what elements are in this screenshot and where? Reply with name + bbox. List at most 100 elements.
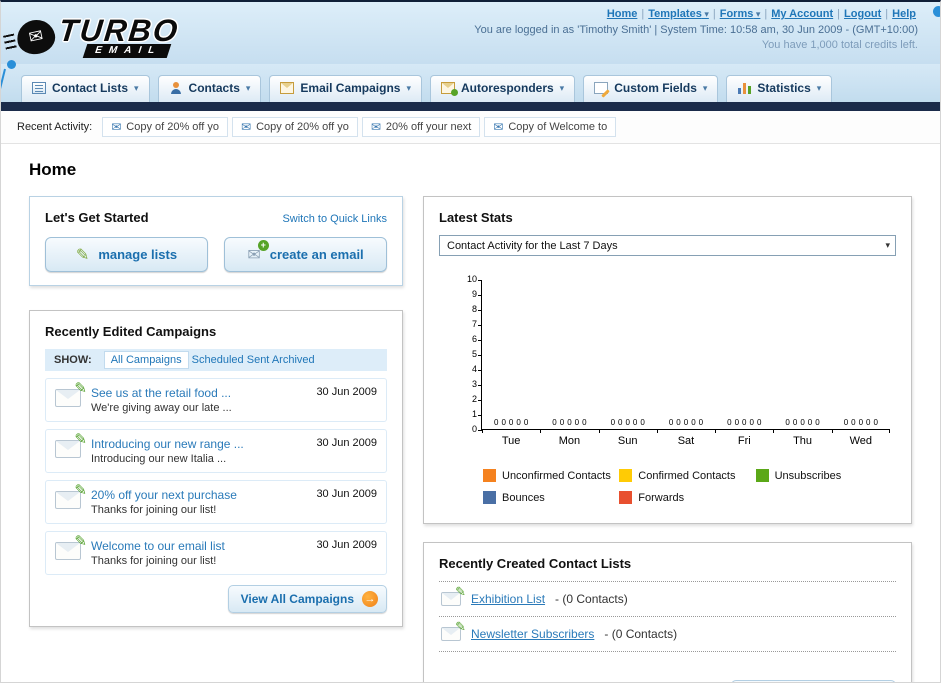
right-column: Latest Stats Contact Activity for the La… — [423, 196, 912, 682]
recent-activity-item[interactable]: ✉ Copy of 20% off yo — [102, 117, 229, 137]
legend-label: Forwards — [638, 491, 685, 504]
campaign-row[interactable]: ✎ Introducing our new range ... Introducin… — [45, 429, 387, 473]
main-nav: Contact Lists ▾ Contacts ▾ Email Campaigns ▾ A… — [1, 64, 940, 102]
pencil-icon: ✎ — [455, 619, 466, 634]
top-link-my-account[interactable]: My Account — [771, 8, 833, 20]
campaigns-filter-strip: SHOW: All Campaigns Scheduled Sent Archi… — [45, 349, 387, 371]
campaign-title-link[interactable]: See us at the retail food ... — [91, 386, 306, 400]
y-axis-tick-label: 4 — [471, 364, 477, 374]
bar-value-label: 0 — [756, 418, 762, 427]
contact-list-row[interactable]: ✎ Exhibition List - (0 Contacts) — [439, 582, 896, 617]
top-link-templates[interactable]: Templates ▾ — [648, 8, 709, 20]
get-started-title: Let's Get Started — [45, 210, 149, 225]
recent-activity-bar: Recent Activity: ✉ Copy of 20% off yo ✉ Cop… — [1, 111, 940, 144]
manage-lists-button[interactable]: ✎ manage lists — [45, 237, 208, 272]
bar-value-label: 0 — [851, 418, 856, 427]
bar-value-label: 0 — [567, 418, 572, 427]
campaign-title-link[interactable]: Introducing our new range ... — [91, 437, 306, 451]
logo-subtitle: EMAIL — [82, 44, 172, 58]
contact-lists-icon — [32, 82, 46, 94]
campaign-title-link[interactable]: Welcome to our email list — [91, 539, 306, 553]
bar-value-label: 0 — [691, 418, 696, 427]
switch-quick-links-link[interactable]: Switch to Quick Links — [282, 213, 387, 225]
recent-activity-item[interactable]: ✉ Copy of 20% off yo — [232, 117, 358, 137]
legend-item: Forwards — [619, 491, 755, 504]
top-link-forms[interactable]: Forms ▾ — [720, 8, 761, 20]
chevron-down-icon: ▾ — [816, 82, 822, 93]
bar-group: 00000 — [482, 419, 540, 429]
x-axis-tick-label: Sat — [656, 430, 715, 447]
legend-label: Unconfirmed Contacts — [502, 469, 611, 482]
campaigns-filter-archived[interactable]: Archived — [272, 354, 315, 366]
campaigns-filter-all-campaigns[interactable]: All Campaigns — [103, 351, 189, 369]
contact-list-count: - (0 Contacts) — [555, 592, 628, 606]
nav-tab-statistics[interactable]: Statistics ▾ — [726, 75, 833, 102]
pencil-icon: ✎ — [74, 431, 87, 448]
envelope-pencil-icon: ✎ — [441, 619, 466, 641]
nav-tab-autoresponders[interactable]: Autoresponders ▾ — [429, 75, 576, 102]
page-title: Home — [29, 160, 77, 179]
campaign-row[interactable]: ✎ Welcome to our email list Thanks for joi… — [45, 531, 387, 575]
bar-value-label: 0 — [559, 418, 565, 427]
bar-value-label: 0 — [501, 418, 506, 427]
header: ✉ TURBO EMAIL Home | Templates ▾ | Forms ▾ | M… — [1, 2, 940, 64]
envelope-plus-icon: ✉ + — [247, 239, 269, 265]
x-axis-tick-label: Thu — [773, 430, 831, 447]
separator: | — [641, 8, 645, 20]
contact-list-link[interactable]: Newsletter Subscribers — [471, 627, 594, 641]
bar-group: 00000 — [540, 419, 598, 429]
latest-stats-title: Latest Stats — [439, 210, 513, 225]
y-axis-tick-label: 8 — [471, 304, 477, 314]
stats-period-dropdown[interactable]: Contact Activity for the Last 7 Days ▾ — [439, 235, 896, 256]
campaign-title-link[interactable]: 20% off your next purchase — [91, 488, 306, 502]
campaign-row[interactable]: ✎ 20% off your next purchase Thanks for jo… — [45, 480, 387, 524]
view-all-campaigns-label: View All Campaigns — [240, 592, 354, 606]
campaign-date: 30 Jun 2009 — [316, 386, 377, 398]
bar-value-label: 0 — [610, 418, 616, 427]
nav-tab-contacts[interactable]: Contacts ▾ — [157, 75, 262, 102]
campaign-row[interactable]: ✎ See us at the retail food ... We're givi… — [45, 378, 387, 422]
turbo-email-logo[interactable]: ✉ TURBO EMAIL — [13, 6, 181, 64]
legend-item: Bounces — [483, 491, 619, 504]
create-email-label: create an email — [269, 247, 364, 262]
bar-value-label: 0 — [815, 418, 820, 427]
top-link-home[interactable]: Home — [607, 8, 638, 20]
campaign-date: 30 Jun 2009 — [316, 488, 377, 500]
separator: | — [885, 8, 889, 20]
top-link-help[interactable]: Help — [892, 8, 916, 20]
get-started-panel: Let's Get Started Switch to Quick Links … — [29, 196, 403, 286]
recent-activity-item-label: Copy of 20% off yo — [256, 121, 349, 133]
envelope-pencil-icon: ✎ — [441, 584, 466, 606]
pencil-icon: ✎ — [75, 246, 90, 264]
recent-activity-item[interactable]: ✉ Copy of Welcome to — [484, 117, 617, 137]
bar-value-label: 0 — [494, 418, 499, 427]
envelope-pencil-icon: ✎ — [55, 482, 87, 509]
campaign-date: 30 Jun 2009 — [316, 539, 377, 551]
stats-period-value: Contact Activity for the Last 7 Days — [447, 239, 618, 252]
manage-lists-label: manage lists — [98, 247, 178, 262]
campaigns-filter-scheduled[interactable]: Scheduled — [192, 354, 244, 366]
campaigns-title: Recently Edited Campaigns — [45, 324, 217, 339]
y-axis-tick-label: 1 — [471, 409, 477, 419]
nav-tab-contact-lists[interactable]: Contact Lists ▾ — [21, 75, 150, 102]
contact-list-row[interactable]: ✎ Newsletter Subscribers - (0 Contacts) — [439, 617, 896, 652]
decorative-dot-icon — [933, 6, 940, 17]
campaigns-filter-sent[interactable]: Sent — [247, 354, 270, 366]
recent-activity-item[interactable]: ✉ 20% off your next — [361, 117, 481, 137]
bar-value-label: 0 — [640, 418, 645, 427]
campaign-text: See us at the retail food ... We're givin… — [91, 386, 306, 414]
contact-list-link[interactable]: Exhibition List — [471, 592, 545, 606]
nav-tab-label: Custom Fields — [614, 81, 697, 95]
y-axis-tick-label: 6 — [471, 334, 477, 344]
create-email-button[interactable]: ✉ + create an email — [224, 237, 387, 272]
view-all-campaigns-button[interactable]: View All Campaigns → — [227, 585, 387, 613]
nav-tab-email-campaigns[interactable]: Email Campaigns ▾ — [269, 75, 422, 102]
x-axis-tick-label: Tue — [482, 430, 540, 447]
campaign-subtitle: Introducing our new Italia ... — [91, 453, 227, 465]
contact-lists-list: ✎ Exhibition List - (0 Contacts) ✎ Newslette… — [439, 581, 896, 652]
bar-value-label: 0 — [727, 418, 732, 427]
login-info: You are logged in as 'Timothy Smith' | S… — [474, 24, 918, 36]
nav-tab-custom-fields[interactable]: Custom Fields ▾ — [583, 75, 719, 102]
app-window: ✉ TURBO EMAIL Home | Templates ▾ | Forms ▾ | M… — [0, 0, 941, 683]
top-link-logout[interactable]: Logout — [844, 8, 881, 20]
